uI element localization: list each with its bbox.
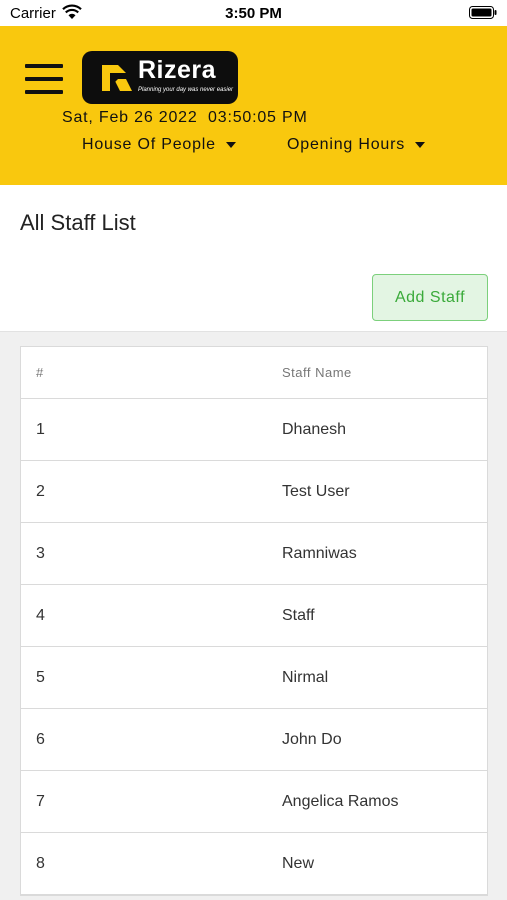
table-header-row: # Staff Name: [21, 347, 487, 399]
menu-icon[interactable]: [25, 64, 63, 94]
location-dropdown-label: House Of People: [82, 136, 216, 153]
staff-name: Nirmal: [282, 668, 329, 686]
clock-time: 3:50 PM: [225, 5, 282, 22]
caret-down-icon: [415, 141, 426, 148]
add-staff-button[interactable]: Add Staff: [372, 274, 488, 321]
opening-hours-dropdown-label: Opening Hours: [287, 136, 406, 153]
location-dropdown[interactable]: House Of People: [82, 136, 236, 154]
logo-tagline: Planning your day was never easier: [138, 87, 234, 93]
table-row[interactable]: 5 Nirmal: [21, 647, 487, 709]
column-header-staff-name: Staff Name: [282, 365, 352, 380]
table-row[interactable]: 8 New: [21, 833, 487, 895]
row-index: 2: [36, 482, 45, 500]
row-index: 5: [36, 668, 45, 686]
staff-name: New: [282, 854, 315, 872]
table-row[interactable]: 6 John Do: [21, 709, 487, 771]
table-row[interactable]: 1 Dhanesh: [21, 399, 487, 461]
staff-name: Test User: [282, 482, 350, 500]
column-header-index: #: [36, 365, 44, 380]
staff-list-section: All Staff List Add Staff: [0, 185, 507, 332]
row-index: 3: [36, 544, 45, 562]
row-index: 1: [36, 420, 45, 438]
table-row[interactable]: 3 Ramniwas: [21, 523, 487, 585]
battery-icon: [469, 6, 497, 19]
staff-name: Angelica Ramos: [282, 792, 399, 810]
caret-down-icon: [225, 141, 236, 148]
row-index: 4: [36, 606, 45, 624]
table-row[interactable]: 2 Test User: [21, 461, 487, 523]
rizera-logo: Rizera Planning your day was never easie…: [82, 51, 238, 104]
staff-name: Staff: [282, 606, 315, 624]
row-index: 7: [36, 792, 45, 810]
logo-name: Rizera: [138, 56, 217, 84]
logo-mark-icon: [102, 65, 132, 91]
page-title: All Staff List: [20, 210, 136, 235]
table-row[interactable]: 7 Angelica Ramos: [21, 771, 487, 833]
staff-name: Dhanesh: [282, 420, 347, 438]
opening-hours-dropdown[interactable]: Opening Hours: [287, 136, 426, 154]
staff-name: John Do: [282, 730, 342, 748]
app-header: Rizera Planning your day was never easie…: [0, 26, 507, 185]
current-datetime: Sat, Feb 26 2022 03:50:05 PM: [62, 109, 308, 126]
row-index: 6: [36, 730, 45, 748]
status-bar: Carrier 3:50 PM: [0, 0, 507, 26]
table-row[interactable]: 4 Staff: [21, 585, 487, 647]
staff-table: # Staff Name 1 Dhanesh 2 Test User 3 Ram…: [20, 346, 488, 896]
staff-name: Ramniwas: [282, 544, 357, 562]
row-index: 8: [36, 854, 45, 872]
